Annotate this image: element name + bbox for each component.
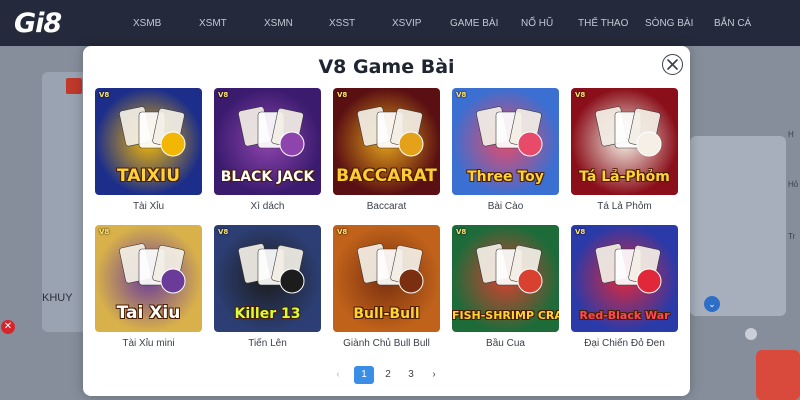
game-thumbnail[interactable]: V8 Tá Lả-Phỏm [571, 88, 678, 195]
game-art-title: Bull-Bull [353, 306, 420, 322]
provider-logo: V8 [575, 228, 586, 236]
pagination-page-1[interactable]: 1 [354, 366, 374, 384]
modal-title: V8 Game Bài [318, 56, 455, 78]
game-name[interactable]: Tiến Lên [214, 338, 321, 349]
chevron-down-icon[interactable]: ⌄ [704, 296, 720, 312]
top-navbar: Gi8 XSMB XSMT XSMN XSST XSVIP GAME BÀI N… [0, 0, 800, 46]
game-thumbnail[interactable]: V8 FISH-SHRIMP CRAB [452, 225, 559, 332]
game-art-title: Three Toy [467, 169, 544, 185]
background-promo-text: KHUY [42, 292, 73, 304]
game-thumbnail[interactable]: V8 Killer 13 [214, 225, 321, 332]
nav-game-bai[interactable]: GAME BÀI [450, 18, 498, 29]
provider-logo: V8 [456, 228, 467, 236]
game-thumbnail[interactable]: V8 Red-Black War [571, 225, 678, 332]
game-art-title: Tai Xiu [116, 303, 181, 323]
game-tile[interactable]: V8 Killer 13 Tiến Lên [214, 225, 321, 349]
game-name[interactable]: Bầu Cua [452, 338, 559, 349]
pagination-page-2[interactable]: 2 [378, 366, 398, 384]
nav-the-thao[interactable]: THỂ THAO [578, 18, 628, 29]
provider-logo: V8 [99, 228, 110, 236]
modal-close-button[interactable] [662, 54, 683, 75]
provider-logo: V8 [337, 228, 348, 236]
nav-xsmn[interactable]: XSMN [264, 18, 293, 29]
nav-xsmt[interactable]: XSMT [199, 18, 227, 29]
site-logo[interactable]: Gi8 [14, 8, 62, 39]
game-tile[interactable]: V8 TAIXIU Tài Xỉu [95, 88, 202, 212]
game-art-title: BACCARAT [336, 166, 437, 186]
game-modal: V8 Game Bài V8 TAIXIU Tài Xỉu V8 BLACK JACK X… [83, 46, 690, 396]
game-name[interactable]: Đại Chiến Đỏ Đen [571, 338, 678, 349]
game-tile[interactable]: V8 Three Toy Bài Cào [452, 88, 559, 212]
provider-logo: V8 [218, 91, 229, 99]
game-name[interactable]: Bài Cào [452, 201, 559, 212]
game-art-title: TAIXIU [117, 166, 180, 186]
provider-logo: V8 [99, 91, 110, 99]
floating-button-icon[interactable] [745, 328, 757, 340]
floating-promo-icon[interactable] [756, 350, 800, 400]
game-thumbnail[interactable]: V8 BACCARAT [333, 88, 440, 195]
game-tile[interactable]: V8 BLACK JACK Xì dách [214, 88, 321, 212]
game-art-title: FISH-SHRIMP CRAB [452, 309, 559, 322]
nav-song-bai[interactable]: SÒNG BÀI [645, 18, 693, 29]
game-tile[interactable]: V8 BACCARAT Baccarat [333, 88, 440, 212]
side-text-1: H [788, 130, 794, 139]
background-card-right [690, 136, 786, 316]
game-art-title: BLACK JACK [220, 169, 315, 185]
game-name[interactable]: Tài Xỉu [95, 201, 202, 212]
nav-ban-ca[interactable]: BẮN CÁ [714, 18, 751, 29]
side-text-2: Hỏ [788, 180, 799, 189]
game-tile[interactable]: V8 Bull-Bull Giành Chủ Bull Bull [333, 225, 440, 349]
game-tile[interactable]: V8 Tá Lả-Phỏm Tá Lả Phỏm [571, 88, 678, 212]
game-art-title: Killer 13 [234, 306, 301, 322]
game-art-title: Red-Black War [579, 309, 670, 322]
nav-no-hu[interactable]: NỔ HŨ [521, 18, 553, 29]
game-thumbnail[interactable]: V8 TAIXIU [95, 88, 202, 195]
game-name[interactable]: Baccarat [333, 201, 440, 212]
pagination-page-3[interactable]: 3 [401, 366, 421, 384]
game-thumbnail[interactable]: V8 Three Toy [452, 88, 559, 195]
pagination-prev[interactable]: ‹ [328, 366, 348, 384]
close-red-icon[interactable]: ✕ [1, 320, 15, 334]
game-tile[interactable]: V8 Tai Xiu Tài Xỉu mini [95, 225, 202, 349]
nav-xsmb[interactable]: XSMB [133, 18, 161, 29]
close-icon [667, 59, 678, 70]
game-thumbnail[interactable]: V8 BLACK JACK [214, 88, 321, 195]
game-thumbnail[interactable]: V8 Tai Xiu [95, 225, 202, 332]
gift-icon [66, 78, 82, 94]
provider-logo: V8 [575, 91, 586, 99]
provider-logo: V8 [337, 91, 348, 99]
game-name[interactable]: Tá Lả Phỏm [571, 201, 678, 212]
provider-logo: V8 [218, 228, 229, 236]
game-tile[interactable]: V8 Red-Black War Đại Chiến Đỏ Đen [571, 225, 678, 349]
game-name[interactable]: Giành Chủ Bull Bull [333, 338, 440, 349]
nav-xsvip[interactable]: XSVIP [392, 18, 421, 29]
game-name[interactable]: Xì dách [214, 201, 321, 212]
game-thumbnail[interactable]: V8 Bull-Bull [333, 225, 440, 332]
side-text-3: Tr [788, 232, 796, 241]
pagination-next[interactable]: › [424, 366, 444, 384]
game-name[interactable]: Tài Xỉu mini [95, 338, 202, 349]
game-tile[interactable]: V8 FISH-SHRIMP CRAB Bầu Cua [452, 225, 559, 349]
game-art-title: Tá Lả-Phỏm [579, 169, 670, 185]
nav-xsst[interactable]: XSST [329, 18, 355, 29]
provider-logo: V8 [456, 91, 467, 99]
